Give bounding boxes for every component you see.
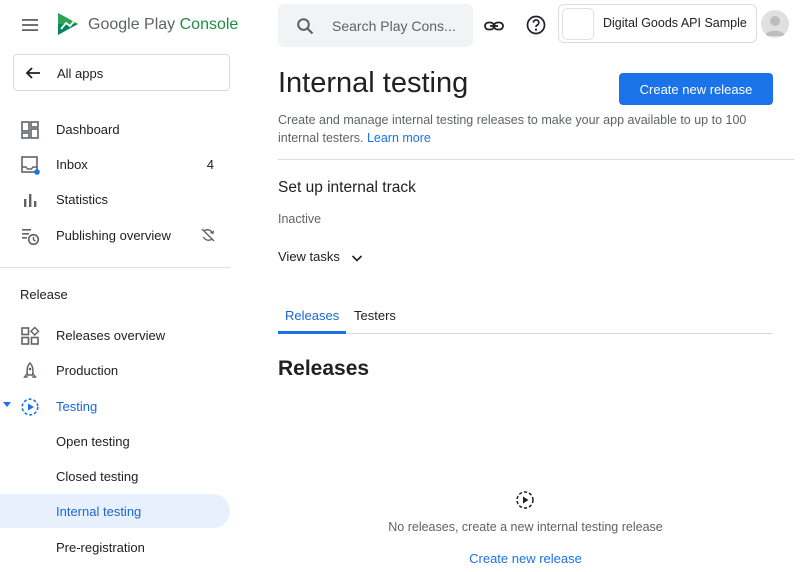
page-description: Create and manage internal testing relea… [278, 111, 778, 147]
sidebar-item-testing[interactable]: Testing [0, 389, 230, 423]
sidebar-item-statistics[interactable]: Statistics [0, 182, 230, 216]
production-icon [23, 361, 37, 378]
sidebar-header: Google Play Console [0, 0, 248, 50]
releases-heading: Releases [278, 357, 370, 380]
brand-console: Console [179, 16, 239, 33]
link-icon[interactable] [483, 15, 505, 37]
sidebar-item-label: Open testing [56, 434, 130, 449]
description-text: Create and manage internal testing relea… [278, 113, 747, 145]
play-circle-icon [516, 491, 534, 509]
search-input[interactable]: Search Play Cons... [332, 18, 456, 34]
statistics-icon [24, 194, 37, 207]
testing-icon [21, 398, 39, 416]
avatar[interactable] [761, 10, 789, 38]
all-apps-button[interactable]: All apps [13, 54, 230, 91]
app-icon [562, 8, 594, 40]
dashboard-icon [21, 121, 39, 139]
tab-testers[interactable]: Testers [347, 304, 403, 334]
view-tasks-toggle[interactable]: View tasks [278, 249, 364, 265]
all-apps-label: All apps [57, 66, 104, 81]
sidebar-item-dashboard[interactable]: Dashboard [0, 112, 230, 146]
sidebar-item-label: Releases overview [56, 328, 166, 343]
sidebar-item-label: Closed testing [56, 469, 139, 484]
inbox-icon [21, 156, 40, 175]
content-divider [278, 159, 794, 160]
sidebar-item-closed-testing[interactable]: Closed testing [0, 459, 230, 493]
search-box[interactable]: Search Play Cons... [278, 4, 473, 47]
sidebar-item-label: Production [56, 363, 119, 378]
brand-google: Google Play [88, 16, 176, 33]
sidebar-item-label: Testing [56, 399, 98, 414]
sidebar-item-pre-registration[interactable]: Pre-registration [0, 530, 230, 564]
sidebar-item-label: Internal testing [56, 504, 142, 519]
view-tasks-label: View tasks [278, 249, 340, 264]
inbox-count-badge: 4 [206, 157, 214, 172]
avatar-icon [765, 16, 785, 36]
app-selector[interactable]: Digital Goods API Sample [558, 4, 757, 43]
sync-off-icon [201, 228, 215, 242]
sidebar-item-label: Statistics [56, 192, 109, 207]
sidebar-item-label: Inbox [56, 157, 88, 172]
create-new-release-link[interactable]: Create new release [278, 551, 773, 566]
menu-icon[interactable] [21, 16, 39, 34]
sidebar-item-inbox[interactable]: Inbox 4 [0, 147, 230, 181]
track-setup-title: Set up internal track [278, 179, 416, 196]
help-icon[interactable] [525, 14, 547, 36]
sidebar-section-release: Release [20, 287, 68, 302]
sidebar-item-open-testing[interactable]: Open testing [0, 424, 230, 458]
sidebar-item-internal-testing[interactable]: Internal testing [0, 494, 230, 528]
chevron-down-icon [351, 254, 362, 262]
sidebar-item-releases-overview[interactable]: Releases overview [0, 318, 230, 352]
status-text: Inactive [278, 212, 322, 226]
sidebar-item-label: Dashboard [56, 122, 120, 137]
sidebar-item-label: Publishing overview [56, 228, 171, 243]
publishing-overview-icon [22, 229, 40, 246]
sidebar-item-label: Pre-registration [56, 540, 145, 555]
tab-releases[interactable]: Releases [278, 304, 347, 334]
app-name: Digital Goods API Sample [603, 16, 747, 30]
brand-title[interactable]: Google Play Console [88, 16, 238, 34]
sidebar-divider [0, 267, 230, 268]
sidebar-item-publishing-overview[interactable]: Publishing overview [0, 218, 230, 252]
learn-more-link[interactable]: Learn more [367, 131, 431, 145]
sidebar: Google Play Console All apps Dashboard I… [0, 0, 248, 572]
empty-state-message: No releases, create a new internal testi… [388, 520, 663, 534]
back-arrow-icon [25, 67, 40, 79]
play-console-logo-icon [58, 13, 78, 35]
tab-bar: Releases Testers [278, 304, 773, 334]
search-icon [297, 18, 314, 35]
page-title: Internal testing [278, 67, 469, 99]
releases-overview-icon [21, 326, 40, 345]
sidebar-item-production[interactable]: Production [0, 353, 230, 387]
create-new-release-button[interactable]: Create new release [619, 73, 773, 105]
